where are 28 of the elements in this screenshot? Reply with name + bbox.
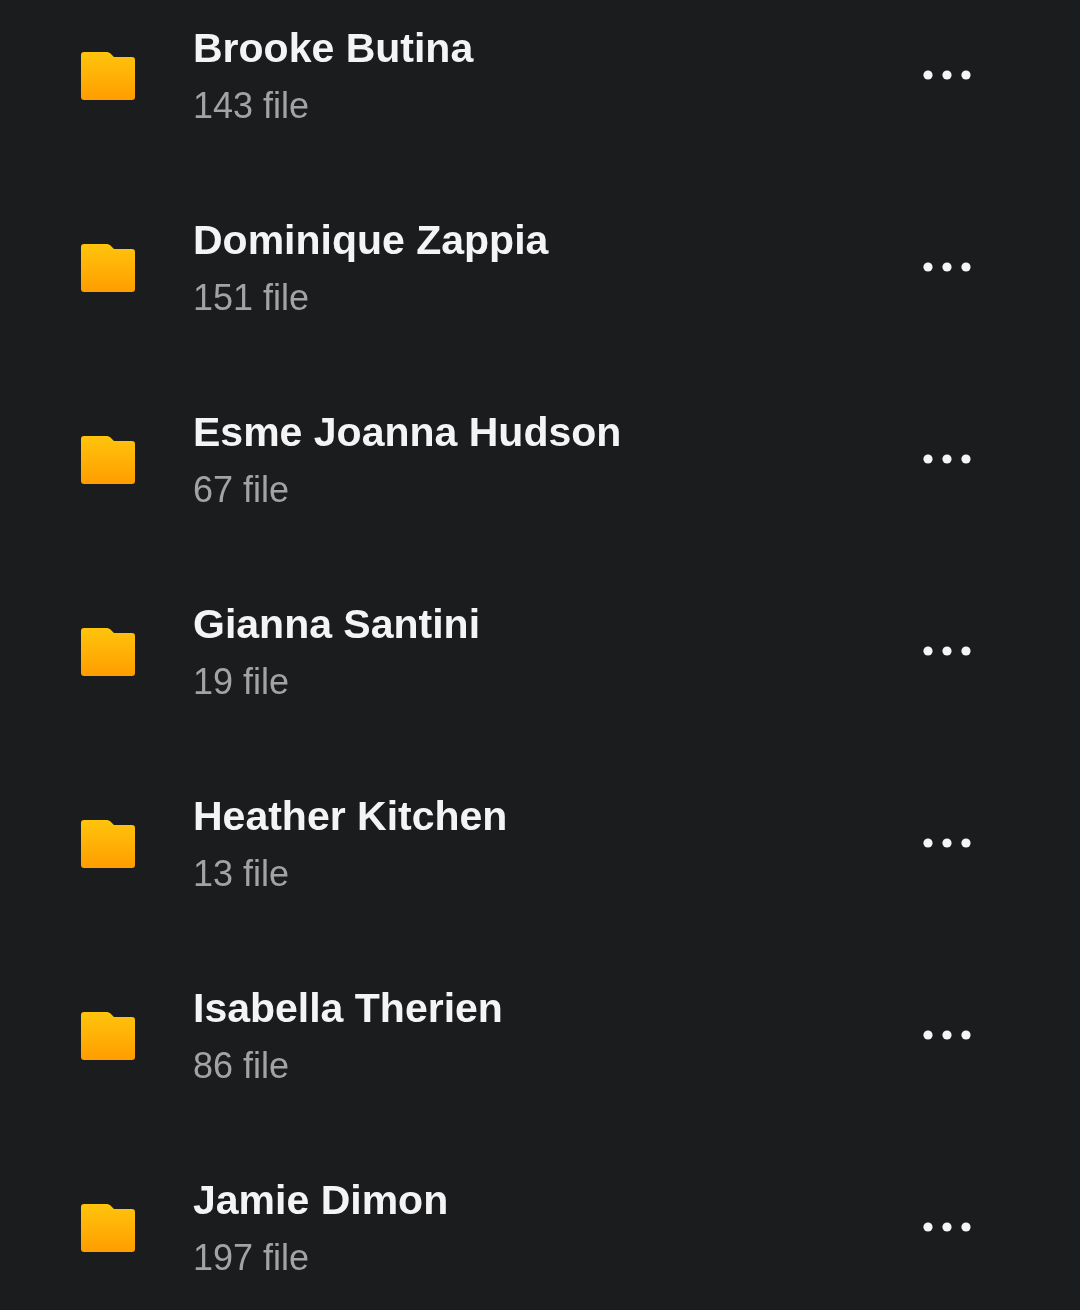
more-icon[interactable] (923, 1030, 971, 1040)
folder-name: Heather Kitchen (193, 794, 508, 838)
folder-icon (81, 436, 135, 484)
folder-icon (81, 628, 135, 676)
folder-name: Gianna Santini (193, 602, 481, 646)
more-icon[interactable] (923, 838, 971, 848)
folder-name: Jamie Dimon (193, 1178, 449, 1222)
folder-name: Isabella Therien (193, 986, 503, 1030)
more-icon[interactable] (923, 1222, 971, 1232)
file-count: 143 file (193, 84, 310, 128)
file-count: 13 file (193, 852, 290, 896)
file-count: 67 file (193, 468, 290, 512)
file-count: 197 file (193, 1236, 310, 1280)
folder-icon (81, 244, 135, 292)
file-count: 151 file (193, 276, 310, 320)
more-icon[interactable] (923, 262, 971, 272)
folder-name: Brooke Butina (193, 26, 474, 70)
more-icon[interactable] (923, 646, 971, 656)
folder-icon (81, 820, 135, 868)
folder-name: Esme Joanna Hudson (193, 410, 622, 454)
folder-icon (81, 1204, 135, 1252)
folder-name: Dominique Zappia (193, 218, 549, 262)
file-count: 86 file (193, 1044, 290, 1088)
folder-icon (81, 1012, 135, 1060)
more-icon[interactable] (923, 70, 971, 80)
file-count: 19 file (193, 660, 290, 704)
folder-icon (81, 52, 135, 100)
more-icon[interactable] (923, 454, 971, 464)
